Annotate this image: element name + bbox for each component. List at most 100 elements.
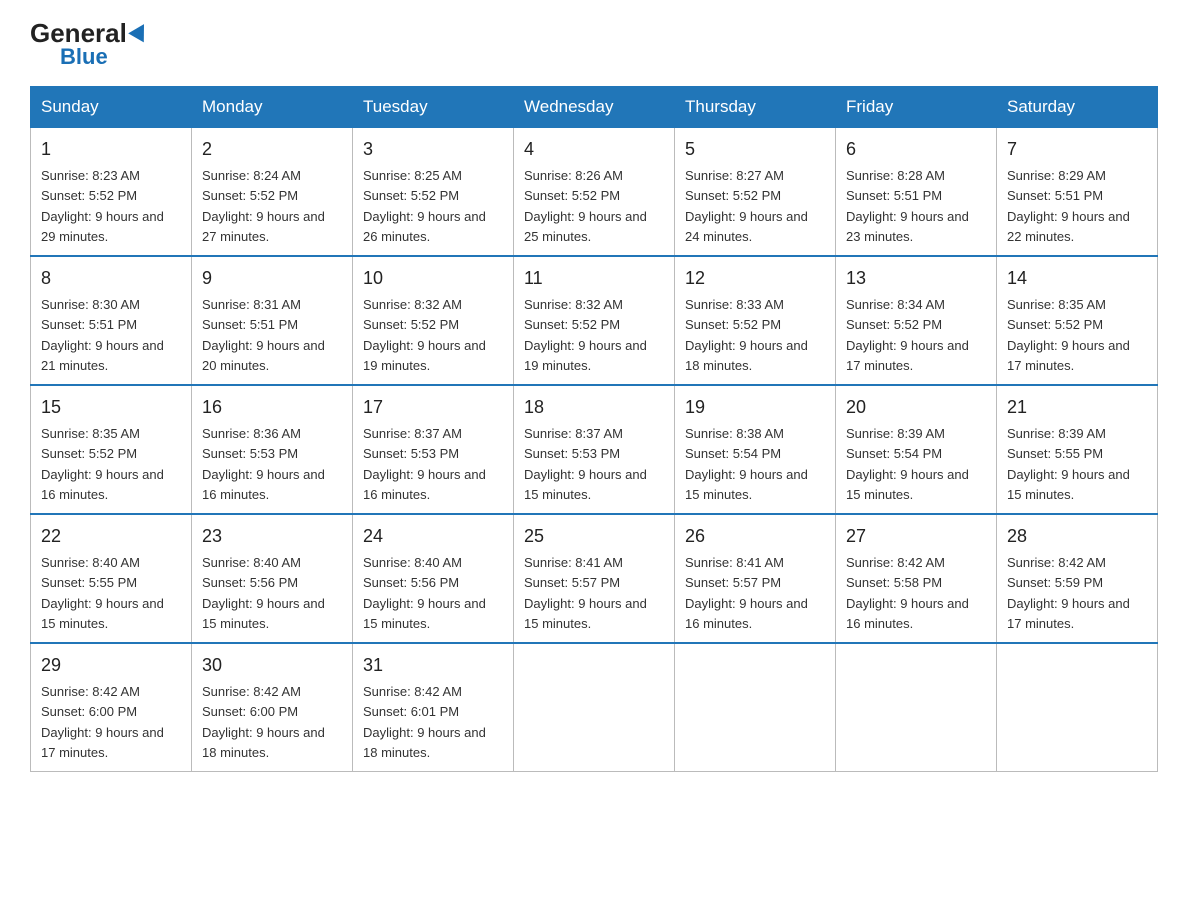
calendar-cell <box>675 643 836 772</box>
day-info: Sunrise: 8:25 AMSunset: 5:52 PMDaylight:… <box>363 168 486 244</box>
day-number: 14 <box>1007 265 1147 292</box>
calendar-header-row: SundayMondayTuesdayWednesdayThursdayFrid… <box>31 87 1158 128</box>
day-info: Sunrise: 8:27 AMSunset: 5:52 PMDaylight:… <box>685 168 808 244</box>
day-info: Sunrise: 8:42 AMSunset: 6:00 PMDaylight:… <box>41 684 164 760</box>
day-info: Sunrise: 8:23 AMSunset: 5:52 PMDaylight:… <box>41 168 164 244</box>
calendar-cell: 9 Sunrise: 8:31 AMSunset: 5:51 PMDayligh… <box>192 256 353 385</box>
calendar-cell: 3 Sunrise: 8:25 AMSunset: 5:52 PMDayligh… <box>353 128 514 257</box>
day-info: Sunrise: 8:41 AMSunset: 5:57 PMDaylight:… <box>685 555 808 631</box>
day-info: Sunrise: 8:28 AMSunset: 5:51 PMDaylight:… <box>846 168 969 244</box>
day-info: Sunrise: 8:37 AMSunset: 5:53 PMDaylight:… <box>363 426 486 502</box>
day-number: 19 <box>685 394 825 421</box>
calendar-cell: 12 Sunrise: 8:33 AMSunset: 5:52 PMDaylig… <box>675 256 836 385</box>
calendar-cell: 16 Sunrise: 8:36 AMSunset: 5:53 PMDaylig… <box>192 385 353 514</box>
calendar-cell: 23 Sunrise: 8:40 AMSunset: 5:56 PMDaylig… <box>192 514 353 643</box>
header-tuesday: Tuesday <box>353 87 514 128</box>
day-number: 2 <box>202 136 342 163</box>
day-info: Sunrise: 8:29 AMSunset: 5:51 PMDaylight:… <box>1007 168 1130 244</box>
day-info: Sunrise: 8:34 AMSunset: 5:52 PMDaylight:… <box>846 297 969 373</box>
calendar-cell: 19 Sunrise: 8:38 AMSunset: 5:54 PMDaylig… <box>675 385 836 514</box>
day-number: 31 <box>363 652 503 679</box>
calendar-cell: 1 Sunrise: 8:23 AMSunset: 5:52 PMDayligh… <box>31 128 192 257</box>
calendar-cell: 27 Sunrise: 8:42 AMSunset: 5:58 PMDaylig… <box>836 514 997 643</box>
day-number: 4 <box>524 136 664 163</box>
page-header: General Blue <box>30 20 1158 68</box>
day-number: 11 <box>524 265 664 292</box>
day-number: 18 <box>524 394 664 421</box>
calendar-cell <box>514 643 675 772</box>
day-info: Sunrise: 8:42 AMSunset: 5:58 PMDaylight:… <box>846 555 969 631</box>
day-info: Sunrise: 8:42 AMSunset: 5:59 PMDaylight:… <box>1007 555 1130 631</box>
day-number: 20 <box>846 394 986 421</box>
day-info: Sunrise: 8:38 AMSunset: 5:54 PMDaylight:… <box>685 426 808 502</box>
logo-blue-text: Blue <box>60 46 108 68</box>
calendar-week-5: 29 Sunrise: 8:42 AMSunset: 6:00 PMDaylig… <box>31 643 1158 772</box>
day-number: 8 <box>41 265 181 292</box>
day-info: Sunrise: 8:24 AMSunset: 5:52 PMDaylight:… <box>202 168 325 244</box>
day-number: 28 <box>1007 523 1147 550</box>
header-friday: Friday <box>836 87 997 128</box>
calendar-week-4: 22 Sunrise: 8:40 AMSunset: 5:55 PMDaylig… <box>31 514 1158 643</box>
day-info: Sunrise: 8:36 AMSunset: 5:53 PMDaylight:… <box>202 426 325 502</box>
day-number: 10 <box>363 265 503 292</box>
calendar-cell: 29 Sunrise: 8:42 AMSunset: 6:00 PMDaylig… <box>31 643 192 772</box>
day-number: 23 <box>202 523 342 550</box>
day-number: 9 <box>202 265 342 292</box>
calendar-cell: 10 Sunrise: 8:32 AMSunset: 5:52 PMDaylig… <box>353 256 514 385</box>
logo: General Blue <box>30 20 149 68</box>
day-number: 5 <box>685 136 825 163</box>
calendar-cell: 5 Sunrise: 8:27 AMSunset: 5:52 PMDayligh… <box>675 128 836 257</box>
day-info: Sunrise: 8:37 AMSunset: 5:53 PMDaylight:… <box>524 426 647 502</box>
calendar-cell <box>997 643 1158 772</box>
day-number: 1 <box>41 136 181 163</box>
day-info: Sunrise: 8:39 AMSunset: 5:54 PMDaylight:… <box>846 426 969 502</box>
calendar-week-3: 15 Sunrise: 8:35 AMSunset: 5:52 PMDaylig… <box>31 385 1158 514</box>
calendar-cell: 4 Sunrise: 8:26 AMSunset: 5:52 PMDayligh… <box>514 128 675 257</box>
day-number: 30 <box>202 652 342 679</box>
calendar-cell: 18 Sunrise: 8:37 AMSunset: 5:53 PMDaylig… <box>514 385 675 514</box>
calendar-cell: 13 Sunrise: 8:34 AMSunset: 5:52 PMDaylig… <box>836 256 997 385</box>
day-info: Sunrise: 8:32 AMSunset: 5:52 PMDaylight:… <box>524 297 647 373</box>
day-info: Sunrise: 8:31 AMSunset: 5:51 PMDaylight:… <box>202 297 325 373</box>
day-number: 25 <box>524 523 664 550</box>
day-number: 21 <box>1007 394 1147 421</box>
day-number: 29 <box>41 652 181 679</box>
day-number: 6 <box>846 136 986 163</box>
day-number: 15 <box>41 394 181 421</box>
calendar-cell: 17 Sunrise: 8:37 AMSunset: 5:53 PMDaylig… <box>353 385 514 514</box>
calendar-cell: 24 Sunrise: 8:40 AMSunset: 5:56 PMDaylig… <box>353 514 514 643</box>
header-monday: Monday <box>192 87 353 128</box>
header-saturday: Saturday <box>997 87 1158 128</box>
day-info: Sunrise: 8:39 AMSunset: 5:55 PMDaylight:… <box>1007 426 1130 502</box>
calendar-cell: 7 Sunrise: 8:29 AMSunset: 5:51 PMDayligh… <box>997 128 1158 257</box>
day-info: Sunrise: 8:42 AMSunset: 6:00 PMDaylight:… <box>202 684 325 760</box>
calendar-cell: 20 Sunrise: 8:39 AMSunset: 5:54 PMDaylig… <box>836 385 997 514</box>
day-info: Sunrise: 8:41 AMSunset: 5:57 PMDaylight:… <box>524 555 647 631</box>
calendar-cell: 28 Sunrise: 8:42 AMSunset: 5:59 PMDaylig… <box>997 514 1158 643</box>
calendar-cell: 11 Sunrise: 8:32 AMSunset: 5:52 PMDaylig… <box>514 256 675 385</box>
calendar-cell: 15 Sunrise: 8:35 AMSunset: 5:52 PMDaylig… <box>31 385 192 514</box>
calendar-cell <box>836 643 997 772</box>
day-info: Sunrise: 8:35 AMSunset: 5:52 PMDaylight:… <box>1007 297 1130 373</box>
day-number: 22 <box>41 523 181 550</box>
day-number: 26 <box>685 523 825 550</box>
day-number: 27 <box>846 523 986 550</box>
day-number: 3 <box>363 136 503 163</box>
day-info: Sunrise: 8:32 AMSunset: 5:52 PMDaylight:… <box>363 297 486 373</box>
calendar-cell: 31 Sunrise: 8:42 AMSunset: 6:01 PMDaylig… <box>353 643 514 772</box>
day-number: 13 <box>846 265 986 292</box>
header-wednesday: Wednesday <box>514 87 675 128</box>
day-info: Sunrise: 8:26 AMSunset: 5:52 PMDaylight:… <box>524 168 647 244</box>
day-info: Sunrise: 8:40 AMSunset: 5:56 PMDaylight:… <box>363 555 486 631</box>
calendar-cell: 26 Sunrise: 8:41 AMSunset: 5:57 PMDaylig… <box>675 514 836 643</box>
calendar-cell: 30 Sunrise: 8:42 AMSunset: 6:00 PMDaylig… <box>192 643 353 772</box>
header-thursday: Thursday <box>675 87 836 128</box>
day-number: 24 <box>363 523 503 550</box>
calendar-week-2: 8 Sunrise: 8:30 AMSunset: 5:51 PMDayligh… <box>31 256 1158 385</box>
day-info: Sunrise: 8:30 AMSunset: 5:51 PMDaylight:… <box>41 297 164 373</box>
calendar-cell: 8 Sunrise: 8:30 AMSunset: 5:51 PMDayligh… <box>31 256 192 385</box>
day-info: Sunrise: 8:33 AMSunset: 5:52 PMDaylight:… <box>685 297 808 373</box>
calendar-cell: 21 Sunrise: 8:39 AMSunset: 5:55 PMDaylig… <box>997 385 1158 514</box>
logo-general-text: General <box>30 20 127 46</box>
header-sunday: Sunday <box>31 87 192 128</box>
